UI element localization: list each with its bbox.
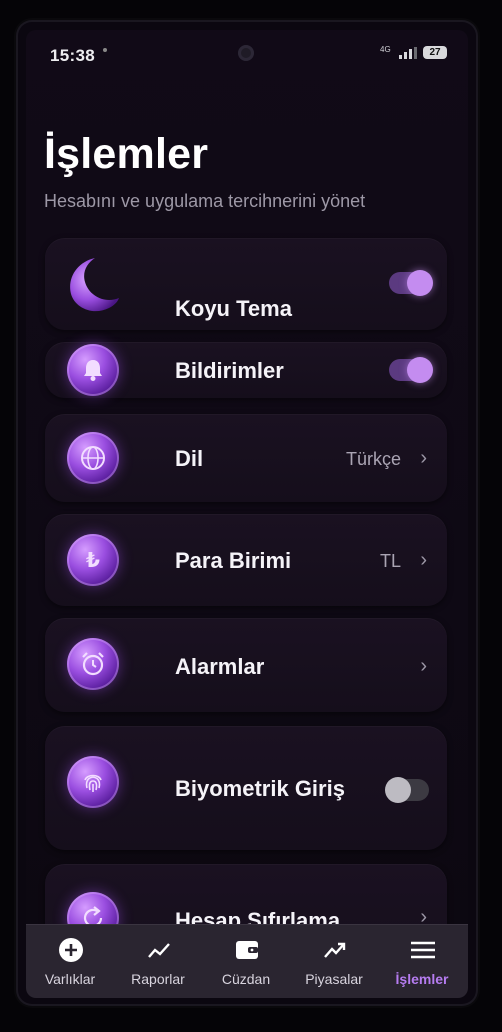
- status-time: 15:38: [50, 46, 95, 65]
- toggle-knob: [407, 357, 433, 383]
- nav-label: Varlıklar: [44, 971, 96, 987]
- bottom-navigation: Varlıklar Raporlar Cüzdan Piyasalar İşle…: [26, 924, 468, 998]
- svg-text:₺: ₺: [86, 548, 100, 572]
- toggle-knob: [407, 270, 433, 296]
- lira-icon: ₺: [67, 534, 119, 586]
- trend-line-icon: [148, 943, 170, 958]
- nav-item-varliklar[interactable]: Varlıklar: [26, 925, 114, 998]
- menu-icon: [411, 941, 435, 959]
- battery-icon: 27: [423, 46, 447, 59]
- settings-row-biometric[interactable]: Biyometrik Giriş: [45, 726, 447, 850]
- bell-icon: [67, 344, 119, 396]
- fingerprint-icon: [67, 756, 119, 808]
- alarm-clock-icon: [67, 638, 119, 690]
- notifications-toggle[interactable]: [389, 357, 433, 383]
- settings-row-dark-theme[interactable]: Koyu Tema: [45, 238, 447, 330]
- dark-theme-toggle[interactable]: [389, 270, 433, 296]
- globe-icon: [67, 432, 119, 484]
- network-indicator: 4G: [380, 45, 391, 54]
- status-bar: 15:38 4G 27: [26, 30, 468, 74]
- settings-label: Dil: [175, 446, 204, 471]
- notification-dot: [103, 48, 107, 52]
- plus-circle-icon: [59, 938, 83, 962]
- trend-up-icon: [324, 942, 346, 958]
- toggle-knob: [385, 777, 411, 803]
- chevron-right-icon: ›: [420, 655, 427, 677]
- nav-item-cuzdan[interactable]: Cüzdan: [202, 925, 290, 998]
- nav-label: Cüzdan: [221, 971, 271, 987]
- biometric-toggle[interactable]: [385, 777, 429, 803]
- language-value: Türkçe: [345, 449, 401, 469]
- nav-item-raporlar[interactable]: Raporlar: [114, 925, 202, 998]
- settings-row-currency[interactable]: ₺ Para Birimi TL ›: [45, 514, 447, 606]
- moon-icon: [70, 258, 119, 312]
- wallet-icon: [236, 941, 258, 959]
- phone-frame: 15:38 4G 27 İşlemler Hesabını ve uygulam…: [18, 22, 476, 1004]
- settings-label: Bildirimler: [175, 358, 284, 383]
- settings-row-language[interactable]: Dil Türkçe ›: [45, 414, 447, 502]
- chevron-right-icon: ›: [420, 549, 427, 571]
- app-screen: 15:38 4G 27 İşlemler Hesabını ve uygulam…: [26, 30, 468, 998]
- nav-label: Raporlar: [131, 971, 185, 987]
- settings-label: Alarmlar: [175, 654, 265, 679]
- settings-row-notifications[interactable]: Bildirimler: [45, 342, 447, 398]
- settings-label: Koyu Tema: [175, 296, 292, 321]
- chevron-right-icon: ›: [420, 447, 427, 469]
- nav-item-islemler[interactable]: İşlemler: [378, 925, 466, 998]
- nav-label: Piyasalar: [305, 971, 363, 987]
- page-subtitle: Hesabını ve uygulama tercihnerini yönet: [44, 191, 366, 211]
- nav-item-piyasalar[interactable]: Piyasalar: [290, 925, 378, 998]
- nav-label: İşlemler: [395, 971, 449, 987]
- settings-label: Para Birimi: [175, 548, 292, 573]
- signal-icon: [399, 47, 417, 59]
- currency-value: TL: [379, 551, 401, 571]
- page-title: İşlemler: [44, 130, 209, 178]
- settings-label: Biyometrik Giriş: [175, 776, 345, 801]
- camera-cutout: [238, 45, 254, 61]
- settings-row-alarms[interactable]: Alarmlar ›: [45, 618, 447, 712]
